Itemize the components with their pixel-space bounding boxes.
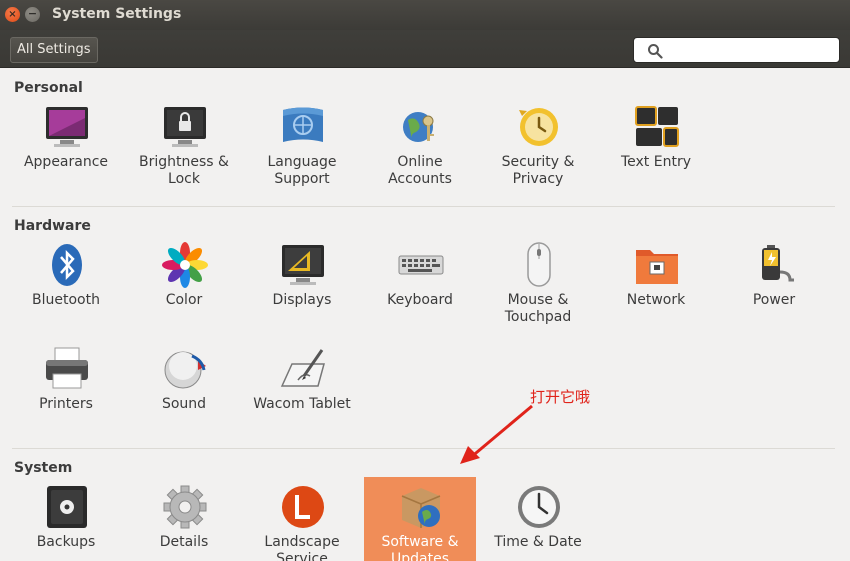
item-label: Bluetooth bbox=[32, 292, 100, 308]
item-label: Text Entry bbox=[620, 154, 691, 170]
item-network[interactable]: Network bbox=[600, 242, 712, 338]
item-power[interactable]: Power bbox=[718, 242, 830, 338]
item-appearance[interactable]: Appearance bbox=[10, 104, 122, 200]
search-icon bbox=[648, 44, 663, 59]
item-wacom-tablet[interactable]: Wacom Tablet bbox=[246, 346, 358, 442]
item-label: Online Accounts bbox=[388, 154, 452, 187]
item-label: Network bbox=[626, 292, 686, 308]
item-label: Sound bbox=[161, 396, 207, 412]
bluetooth-icon bbox=[52, 244, 82, 286]
item-label: Backups bbox=[36, 534, 96, 550]
item-printers[interactable]: Printers bbox=[10, 346, 122, 442]
item-bluetooth[interactable]: Bluetooth bbox=[10, 242, 122, 338]
details-icon bbox=[163, 485, 207, 529]
network-icon bbox=[636, 250, 678, 284]
section-title-hardware: Hardware bbox=[14, 218, 91, 234]
minimize-window-button[interactable]: − bbox=[25, 7, 40, 22]
item-label: Color bbox=[165, 292, 203, 308]
section-title-system: System bbox=[14, 460, 73, 476]
item-text-entry[interactable]: Text Entry bbox=[600, 104, 712, 200]
item-label: Brightness & Lock bbox=[139, 154, 229, 187]
item-backups[interactable]: Backups bbox=[10, 484, 122, 561]
item-displays[interactable]: Displays bbox=[246, 242, 358, 338]
toolbar: All Settings bbox=[0, 30, 850, 68]
item-keyboard[interactable]: Keyboard bbox=[364, 242, 476, 338]
settings-panel: Personal Appearance Brightness & Lock La… bbox=[0, 69, 850, 561]
close-window-button[interactable]: × bbox=[5, 7, 20, 22]
displays-icon bbox=[282, 245, 324, 285]
keyboard-icon bbox=[398, 255, 444, 275]
time-date-icon bbox=[518, 486, 560, 528]
item-label: Keyboard bbox=[387, 292, 453, 308]
item-label: Security & Privacy bbox=[501, 154, 575, 187]
security-privacy-icon bbox=[519, 108, 558, 146]
item-software-updates[interactable]: Software & Updates bbox=[364, 477, 476, 561]
backups-icon bbox=[47, 486, 87, 528]
item-sound[interactable]: Sound bbox=[128, 346, 240, 442]
item-label: Mouse & Touchpad bbox=[504, 292, 572, 325]
printers-icon bbox=[46, 347, 88, 389]
text-entry-icon bbox=[635, 106, 679, 147]
item-time-date[interactable]: Time & Date bbox=[482, 484, 594, 561]
item-label: Details bbox=[159, 534, 209, 550]
power-icon bbox=[762, 245, 794, 282]
language-support-icon bbox=[283, 107, 323, 142]
online-accounts-icon bbox=[403, 112, 434, 142]
item-label: Displays bbox=[272, 292, 332, 308]
section-title-personal: Personal bbox=[14, 80, 83, 96]
item-label: Time & Date bbox=[494, 534, 582, 550]
search-input[interactable] bbox=[633, 37, 840, 63]
title-bar: × − System Settings bbox=[0, 0, 850, 30]
landscape-service-icon bbox=[282, 486, 324, 528]
item-landscape-service[interactable]: Landscape Service bbox=[246, 484, 358, 561]
item-security-privacy[interactable]: Security & Privacy bbox=[482, 104, 594, 200]
software-updates-icon bbox=[401, 488, 441, 528]
item-label: Wacom Tablet bbox=[253, 396, 351, 412]
item-label: Printers bbox=[39, 396, 93, 412]
all-settings-button[interactable]: All Settings bbox=[10, 37, 98, 63]
item-details[interactable]: Details bbox=[128, 484, 240, 561]
item-online-accounts[interactable]: Online Accounts bbox=[364, 104, 476, 200]
appearance-icon bbox=[46, 107, 88, 147]
section-divider bbox=[12, 206, 835, 207]
item-color[interactable]: Color bbox=[128, 242, 240, 338]
brightness-lock-icon bbox=[164, 107, 206, 147]
sound-icon bbox=[164, 351, 206, 389]
wacom-tablet-icon bbox=[280, 349, 325, 387]
item-mouse-touchpad[interactable]: Mouse & Touchpad bbox=[482, 242, 594, 338]
item-language-support[interactable]: Language Support bbox=[246, 104, 358, 200]
color-icon bbox=[162, 242, 208, 288]
section-divider bbox=[12, 448, 835, 449]
item-label: Power bbox=[752, 292, 796, 308]
item-label: Appearance bbox=[23, 154, 109, 170]
window-title: System Settings bbox=[52, 6, 182, 22]
item-label: Software & Updates bbox=[381, 534, 459, 561]
item-label: Language Support bbox=[267, 154, 337, 187]
annotation-arrow-icon bbox=[460, 404, 533, 464]
item-label: Landscape Service bbox=[264, 534, 340, 561]
item-brightness-lock[interactable]: Brightness & Lock bbox=[128, 104, 240, 200]
mouse-touchpad-icon bbox=[527, 242, 551, 287]
